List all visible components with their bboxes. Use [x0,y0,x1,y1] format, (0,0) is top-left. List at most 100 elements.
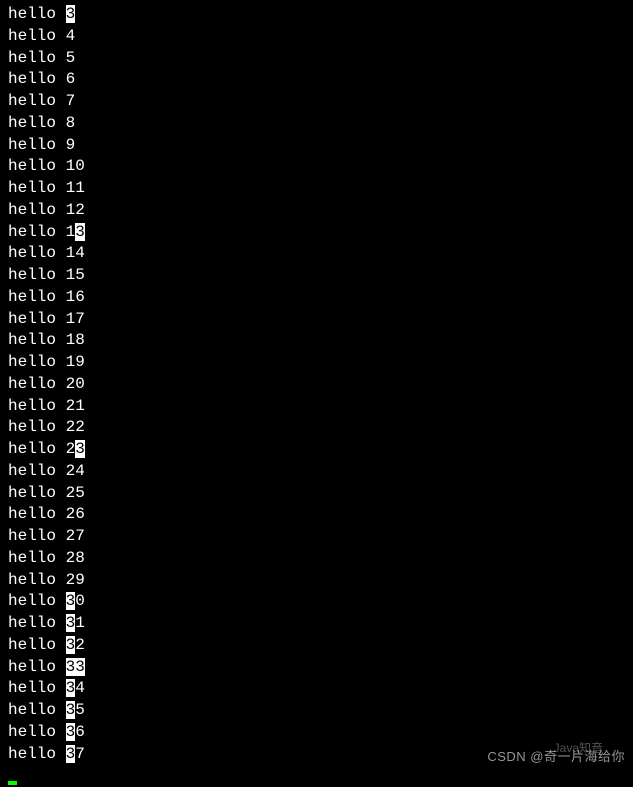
terminal-line: hello 31 [8,613,625,635]
terminal-value: 29 [66,571,85,589]
terminal-value: 14 [66,244,85,262]
terminal-line: hello 7 [8,91,625,113]
terminal-prefix: hello [8,701,66,719]
terminal-prefix: hello [8,614,66,632]
terminal-value: 11 [66,179,85,197]
terminal-value: 1 [66,223,76,241]
terminal-prefix: hello [8,223,66,241]
terminal-prefix: hello [8,462,66,480]
terminal-value: 25 [66,484,85,502]
terminal-line: hello 13 [8,222,625,244]
terminal-value: 6 [66,70,76,88]
terminal-line: hello 28 [8,548,625,570]
terminal-value: 7 [66,92,76,110]
terminal-line: hello 4 [8,26,625,48]
terminal-value: 16 [66,288,85,306]
terminal-line: hello 26 [8,504,625,526]
terminal-value: 10 [66,157,85,175]
terminal-line: hello 9 [8,135,625,157]
terminal-prefix: hello [8,27,66,45]
terminal-value: 21 [66,397,85,415]
terminal-prefix: hello [8,679,66,697]
terminal-prefix: hello [8,745,66,763]
terminal-value: 8 [66,114,76,132]
terminal-prefix: hello [8,310,66,328]
terminal-line: hello 23 [8,439,625,461]
terminal-line: hello 29 [8,570,625,592]
terminal-line: hello 12 [8,200,625,222]
terminal-prefix: hello [8,244,66,262]
terminal-line: hello 18 [8,330,625,352]
terminal-value: 20 [66,375,85,393]
terminal-prefix: hello [8,418,66,436]
terminal-line: hello 25 [8,483,625,505]
terminal-prefix: hello [8,136,66,154]
terminal-prefix: hello [8,5,66,23]
terminal-line: hello 30 [8,591,625,613]
terminal-prefix: hello [8,505,66,523]
watermark-text: CSDN @奇一片海给你 [487,748,625,766]
terminal-prefix: hello [8,353,66,371]
terminal-value: 0 [75,592,85,610]
terminal-line: hello 20 [8,374,625,396]
terminal-value: 5 [75,701,85,719]
terminal-prefix: hello [8,114,66,132]
terminal-line: hello 3 [8,4,625,26]
terminal-value: 2 [66,440,76,458]
terminal-value: 12 [66,201,85,219]
terminal-prefix: hello [8,527,66,545]
terminal-value: 7 [75,745,85,763]
terminal-prefix: hello [8,70,66,88]
terminal-prefix: hello [8,440,66,458]
terminal-highlight: 3 [66,614,76,632]
terminal-line: hello 17 [8,309,625,331]
terminal-highlight: 3 [66,679,76,697]
terminal-line: hello 5 [8,48,625,70]
terminal-value: 4 [66,27,76,45]
terminal-highlight: 3 [75,223,85,241]
terminal-line: hello 6 [8,69,625,91]
cursor-icon [8,781,17,785]
terminal-value: 26 [66,505,85,523]
terminal-prefix: hello [8,571,66,589]
terminal-line: hello 36 [8,722,625,744]
terminal-line: hello 16 [8,287,625,309]
terminal-highlight: 33 [66,658,85,676]
terminal-highlight: 3 [66,592,76,610]
terminal-highlight: 3 [66,636,76,654]
terminal-value: 18 [66,331,85,349]
terminal-line: hello 22 [8,417,625,439]
terminal-line: hello 14 [8,243,625,265]
terminal-highlight: 3 [66,701,76,719]
terminal-output[interactable]: hello 3hello 4hello 5hello 6hello 7hello… [8,4,625,787]
terminal-highlight: 3 [75,440,85,458]
terminal-highlight: 3 [66,5,76,23]
terminal-line: hello 35 [8,700,625,722]
terminal-highlight: 3 [66,745,76,763]
terminal-value: 19 [66,353,85,371]
cursor-line [8,765,625,787]
terminal-line: hello 27 [8,526,625,548]
terminal-value: 6 [75,723,85,741]
terminal-value: 22 [66,418,85,436]
terminal-value: 27 [66,527,85,545]
terminal-value: 4 [75,679,85,697]
terminal-value: 9 [66,136,76,154]
terminal-value: 15 [66,266,85,284]
terminal-value: 5 [66,49,76,67]
terminal-prefix: hello [8,375,66,393]
terminal-prefix: hello [8,179,66,197]
terminal-line: hello 11 [8,178,625,200]
terminal-line: hello 24 [8,461,625,483]
terminal-prefix: hello [8,549,66,567]
terminal-prefix: hello [8,331,66,349]
terminal-line: hello 32 [8,635,625,657]
terminal-value: 2 [75,636,85,654]
terminal-line: hello 15 [8,265,625,287]
terminal-prefix: hello [8,157,66,175]
terminal-prefix: hello [8,484,66,502]
terminal-prefix: hello [8,92,66,110]
terminal-value: 1 [75,614,85,632]
terminal-prefix: hello [8,636,66,654]
terminal-prefix: hello [8,49,66,67]
